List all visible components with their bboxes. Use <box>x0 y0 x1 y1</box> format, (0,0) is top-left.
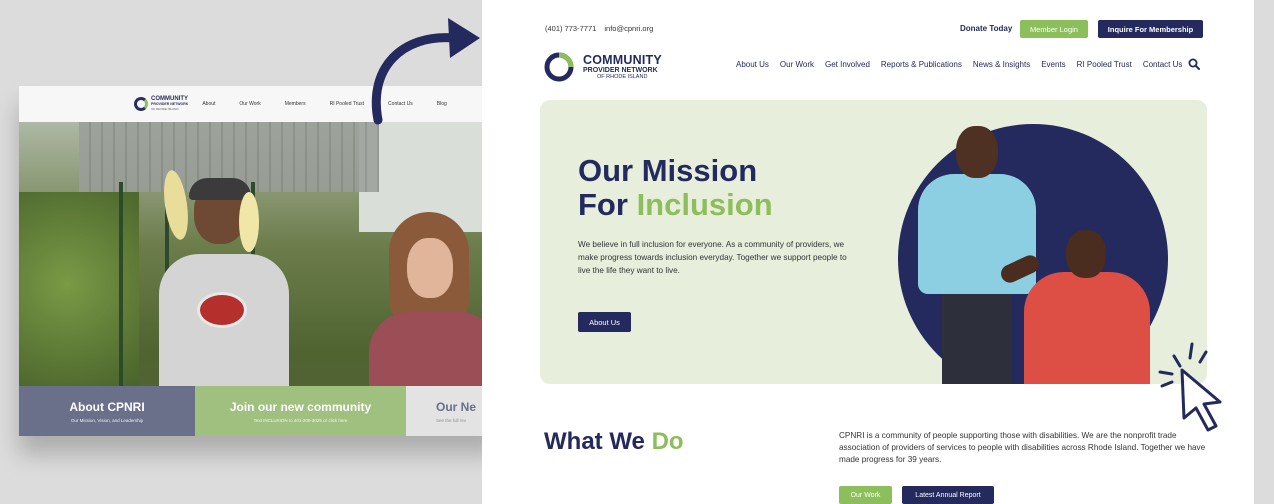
logo-line2: PROVIDER NETWORK <box>583 67 658 74</box>
hero-title: Our Mission For Inclusion <box>578 153 773 222</box>
search-icon[interactable] <box>1188 58 1200 70</box>
cursor-click-icon <box>1158 342 1222 432</box>
inquire-membership-button[interactable]: Inquire For Membership <box>1098 20 1203 38</box>
nav-our-work[interactable]: Our Work <box>780 60 814 69</box>
nav-get-involved[interactable]: Get Involved <box>825 60 870 69</box>
logo-line3: OF RHODE ISLAND <box>597 74 648 80</box>
hero-description: We believe in full inclusion for everyon… <box>578 240 847 275</box>
main-nav: About Us Our Work Get Involved Reports &… <box>736 60 1193 69</box>
old-logo-line3: OF RHODE ISLAND <box>151 106 179 111</box>
phone-link[interactable]: (401) 773-7771 <box>545 24 596 33</box>
hero-section: Our Mission For Inclusion We believe in … <box>540 100 1207 384</box>
site-logo[interactable]: COMMUNITY PROVIDER NETWORK OF RHODE ISLA… <box>544 52 662 82</box>
logo-mark-icon <box>134 97 148 111</box>
old-card-about[interactable]: About CPNRI Our Mission, Vision, and Lea… <box>19 386 195 436</box>
old-logo[interactable]: COMMUNITY PROVIDER NETWORK OF RHODE ISLA… <box>134 96 188 112</box>
contact-info: (401) 773-7771 info@cpnri.org <box>545 24 659 33</box>
nav-pooled-trust[interactable]: RI Pooled Trust <box>1077 60 1132 69</box>
our-work-button[interactable]: Our Work <box>839 486 892 504</box>
annual-report-button[interactable]: Latest Annual Report <box>902 486 994 504</box>
what-we-do-title: What We Do <box>544 428 684 455</box>
top-utility-bar: (401) 773-7771 info@cpnri.org Donate Tod… <box>482 0 1274 38</box>
old-feature-cards: About CPNRI Our Mission, Vision, and Lea… <box>19 386 499 436</box>
nav-about-us[interactable]: About Us <box>736 60 769 69</box>
photo-man-red-shirt <box>998 230 1152 384</box>
arrow-icon <box>371 18 480 125</box>
nav-contact-us[interactable]: Contact Us <box>1143 60 1183 69</box>
nav-reports[interactable]: Reports & Publications <box>881 60 962 69</box>
old-nav-pooled-trust[interactable]: RI Pooled Trust <box>330 101 364 107</box>
old-card-join[interactable]: Join our new community Text INCLUSION to… <box>195 386 406 436</box>
logo-mark-icon <box>544 52 574 82</box>
old-website-screenshot: COMMUNITY PROVIDER NETWORK OF RHODE ISLA… <box>19 86 499 436</box>
logo-line1: COMMUNITY <box>583 52 662 67</box>
old-nav-about[interactable]: About <box>202 101 215 107</box>
nav-news[interactable]: News & Insights <box>973 60 1030 69</box>
donate-link[interactable]: Donate Today <box>960 24 1012 33</box>
email-link[interactable]: info@cpnri.org <box>604 24 653 33</box>
nav-events[interactable]: Events <box>1041 60 1065 69</box>
member-login-button[interactable]: Member Login <box>1020 20 1088 38</box>
old-nav-members[interactable]: Members <box>285 101 306 107</box>
about-us-button[interactable]: About Us <box>578 312 631 332</box>
old-nav-our-work[interactable]: Our Work <box>239 101 260 107</box>
